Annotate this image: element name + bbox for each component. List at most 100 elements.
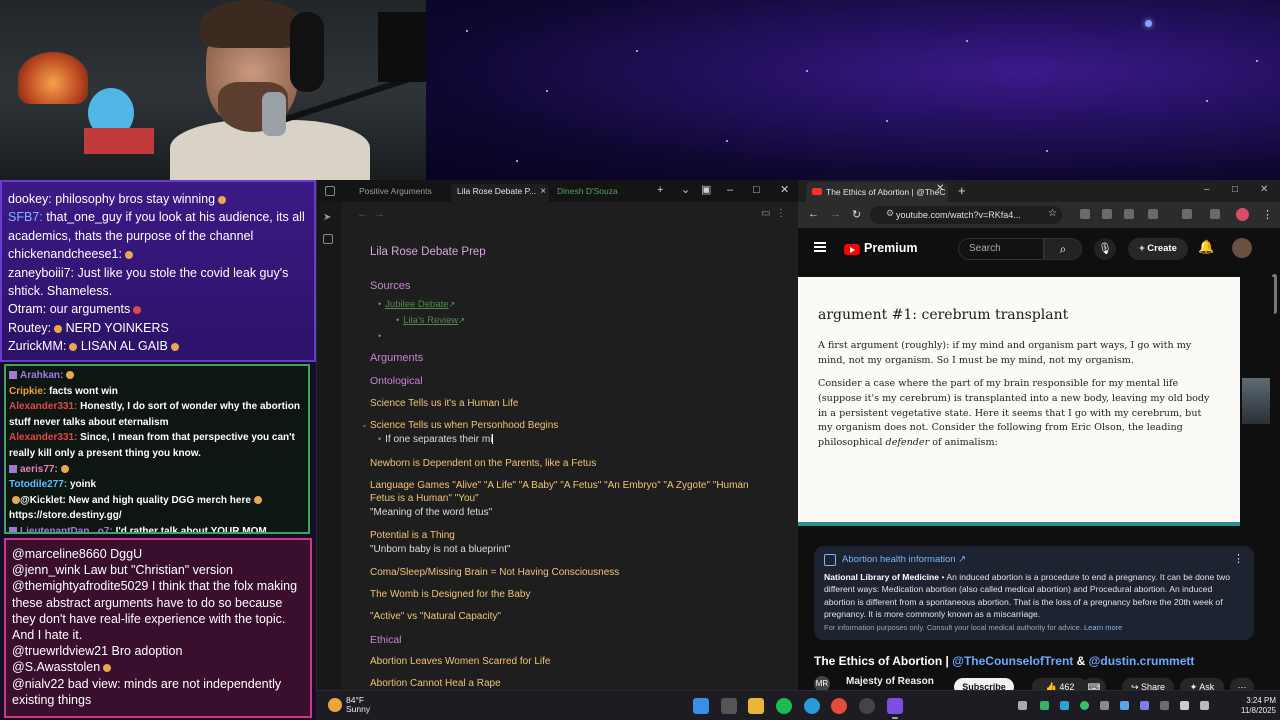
forward-icon[interactable]: → — [830, 208, 841, 220]
minimize-icon[interactable]: – — [1204, 184, 1210, 195]
argument-item-cont[interactable]: Fetus is a Human" "You" — [370, 493, 479, 504]
new-tab-icon[interactable]: + — [958, 183, 966, 198]
tab-lila-rose[interactable]: Lila Rose Debate P... × — [451, 184, 549, 202]
argument-item[interactable]: Language Games "Alive" "A Life" "A Baby"… — [370, 480, 749, 491]
argument-item[interactable]: Science Tells us it's a Human Life — [370, 398, 518, 409]
search-input[interactable]: Search — [958, 238, 1044, 260]
profile-avatar[interactable] — [1236, 208, 1249, 221]
argument-item[interactable]: ⌄ Science Tells us when Personhood Begins — [361, 420, 558, 431]
weather-widget[interactable]: 84°F Sunny — [346, 696, 370, 714]
argument-item[interactable]: Abortion Cannot Heal a Rape — [370, 678, 501, 689]
youtube-logo-icon[interactable] — [844, 244, 860, 255]
argument-item[interactable]: The Womb is Designed for the Baby — [370, 589, 530, 600]
ask-button[interactable]: ✦ Ask — [1180, 678, 1224, 690]
sidebar-icon[interactable] — [1182, 209, 1192, 219]
tab-youtube[interactable]: The Ethics of Abortion | @TheC — [806, 182, 948, 202]
tab-positive-arguments[interactable]: Positive Arguments — [353, 184, 438, 202]
info-heading[interactable]: Abortion health information ↗ — [842, 554, 1244, 565]
tray-icon[interactable] — [1140, 701, 1149, 710]
close-tab-icon[interactable]: × — [540, 186, 546, 197]
hamburger-menu-icon[interactable] — [814, 242, 826, 252]
like-button[interactable]: 👍 462 — [1032, 678, 1088, 690]
start-windows-icon[interactable] — [693, 698, 709, 714]
extensions-puzzle-icon[interactable] — [1148, 209, 1158, 219]
maximize-icon[interactable]: □ — [753, 183, 760, 197]
task-view-icon[interactable] — [721, 698, 737, 714]
extension-icon[interactable] — [1102, 209, 1112, 219]
argument-item[interactable]: Potential is a Thing — [370, 530, 455, 541]
emote-icon — [103, 664, 112, 673]
close-icon[interactable]: ✕ — [1260, 184, 1268, 195]
layout-icon[interactable]: ▣ — [701, 183, 711, 197]
channel-avatar[interactable]: MR — [814, 676, 830, 690]
argument-item[interactable]: Abortion Leaves Women Scarred for Life — [370, 656, 550, 667]
channel-row: MR Majesty of Reason Subscribe 👍 462 ⌨ ↪… — [814, 676, 1274, 690]
dislike-button[interactable]: ⌨ — [1082, 678, 1106, 690]
page-icon[interactable] — [323, 234, 333, 244]
badge-icon — [9, 464, 17, 473]
close-tab-icon[interactable]: ✕ — [936, 183, 944, 194]
youtube-brand[interactable]: Premium — [864, 241, 918, 255]
edge-icon[interactable] — [804, 698, 820, 714]
tray-chevron-icon[interactable] — [1018, 701, 1027, 710]
nav-arrows[interactable]: ← → — [357, 208, 385, 220]
tray-icon[interactable] — [1080, 701, 1089, 710]
close-icon[interactable]: ✕ — [780, 183, 789, 197]
send-icon[interactable]: ➤ — [323, 212, 333, 223]
maximize-icon[interactable]: □ — [1232, 184, 1238, 195]
menu-kebab-icon[interactable]: ⋮ — [1262, 208, 1273, 221]
weather-sun-icon[interactable] — [328, 698, 342, 712]
chevron-down-icon[interactable]: ⌄ — [681, 183, 690, 197]
battery-icon[interactable] — [1200, 701, 1209, 710]
reload-icon[interactable]: ↻ — [852, 208, 861, 221]
spotify-icon[interactable] — [776, 698, 792, 714]
emote-icon — [218, 195, 227, 204]
url-field[interactable]: youtube.com/watch?v=RKfa4... — [870, 206, 1062, 224]
collapse-chevron-icon[interactable]: ⌄ — [361, 420, 368, 429]
webcam-feed — [0, 0, 426, 180]
create-button[interactable]: + Create — [1128, 238, 1188, 260]
file-explorer-icon[interactable] — [748, 698, 764, 714]
tray-icon[interactable] — [1100, 701, 1109, 710]
channel-name[interactable]: Majesty of Reason — [846, 676, 934, 687]
extension-icon[interactable] — [1124, 209, 1134, 219]
argument-item[interactable]: Newborn is Dependent on the Parents, lik… — [370, 458, 596, 469]
voice-search-icon[interactable]: 🎙 — [1094, 238, 1116, 260]
video-player[interactable]: argument #1: cerebrum transplant A first… — [798, 277, 1240, 526]
more-options-icon[interactable]: ⋮ — [1233, 552, 1244, 565]
bullet-editing[interactable]: • If one separates their mi — [378, 434, 494, 445]
network-icon[interactable] — [1160, 701, 1169, 710]
learn-more-link[interactable]: Learn more — [1084, 623, 1122, 632]
argument-item[interactable]: Coma/Sleep/Missing Brain = Not Having Co… — [370, 567, 619, 578]
tab-dinesh[interactable]: Dinesh D'Souza — [551, 184, 624, 202]
cast-icon[interactable] — [1210, 209, 1220, 219]
star — [636, 50, 638, 52]
minimize-icon[interactable]: – — [727, 183, 733, 197]
obs-icon[interactable] — [859, 698, 875, 714]
tray-icon[interactable] — [1040, 701, 1049, 710]
tray-icon[interactable] — [1120, 701, 1129, 710]
chat-message: ZurickMM: LISAN AL GAIB — [8, 337, 308, 355]
search-button[interactable]: ⌕ — [1044, 238, 1082, 260]
chrome-icon[interactable] — [831, 698, 847, 714]
browser-window: The Ethics of Abortion | @TheC ✕ + – □ ✕… — [798, 180, 1280, 690]
sidebar-toggle-icon[interactable] — [325, 186, 335, 196]
more-button[interactable]: ⋯ — [1230, 678, 1254, 690]
bookmark-star-icon[interactable]: ☆ — [1048, 208, 1057, 219]
source-link-2[interactable]: • Lila's Review↗ — [396, 310, 465, 328]
obsidian-icon[interactable] — [887, 698, 903, 714]
site-info-icon[interactable]: ⚙ — [886, 208, 894, 219]
notifications-bell-icon[interactable]: 🔔 — [1198, 239, 1214, 255]
new-tab-icon[interactable]: + — [657, 183, 663, 197]
reading-view-icon[interactable]: ▭ ⋮ — [761, 208, 786, 219]
volume-icon[interactable] — [1180, 701, 1189, 710]
address-bar-row: ← → ↻ youtube.com/watch?v=RKfa4... ⚙ ☆ ⋮ — [798, 202, 1280, 228]
clock[interactable]: 3:24 PM 11/8/2025 — [1232, 696, 1276, 716]
tray-icon[interactable] — [1060, 701, 1069, 710]
subscribe-button[interactable]: Subscribe — [954, 678, 1014, 690]
back-icon[interactable]: ← — [808, 208, 819, 220]
share-button[interactable]: ↪ Share — [1122, 678, 1174, 690]
extension-icon[interactable] — [1080, 209, 1090, 219]
argument-item[interactable]: "Active" vs "Natural Capacity" — [370, 611, 501, 622]
avatar[interactable] — [1232, 238, 1252, 258]
